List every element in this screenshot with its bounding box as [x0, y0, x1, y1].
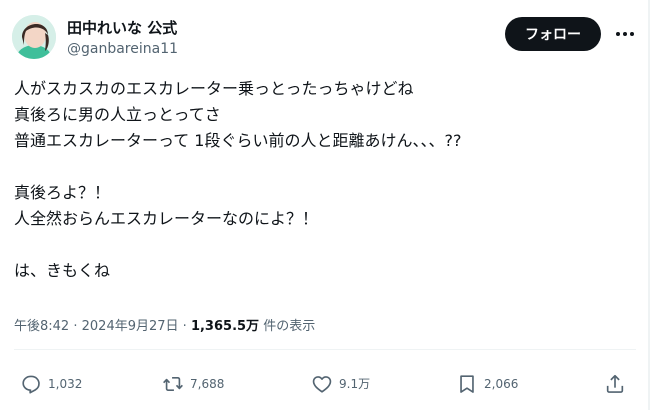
bookmark-icon	[460, 375, 474, 393]
avatar[interactable]	[12, 15, 56, 59]
views-label: 件の表示	[263, 319, 316, 334]
tweet-line: 真後ろに男の人立っとってさ	[14, 105, 221, 124]
tweet-text: 人がスカスカのエスカレーター乗っとったっちゃけどね 真後ろに男の人立っとってさ …	[14, 76, 614, 284]
share-button[interactable]	[604, 373, 632, 395]
avatar-photo	[12, 15, 56, 59]
repost-count: 7,688	[190, 377, 225, 391]
divider	[14, 349, 636, 350]
more-options-button[interactable]	[614, 24, 636, 44]
tweet-line	[14, 232, 614, 258]
tweet-line: 普通エスカレーターって 1段ぐらい前の人と距離あけん、、、??	[14, 131, 462, 150]
tweet-line: は、きもくね	[14, 261, 111, 280]
tweet-header: 田中れいな 公式 @ganbareina11 フォロー	[12, 12, 638, 62]
bookmark-count: 2,066	[484, 377, 519, 391]
tweet-line: 真後ろよ？！	[14, 183, 111, 202]
tweet-time[interactable]: 午後8:42	[14, 319, 69, 334]
more-dots-icon	[616, 32, 634, 36]
user-handle[interactable]: @ganbareina11	[67, 40, 178, 58]
meta-separator: ·	[73, 319, 78, 334]
repost-button[interactable]: 7,688	[162, 373, 224, 395]
meta-separator: ·	[182, 319, 187, 334]
tweet-line	[14, 154, 614, 180]
reply-button[interactable]: 1,032	[20, 373, 82, 395]
bookmark-button[interactable]: 2,066	[456, 373, 518, 395]
like-button[interactable]: 9.1万	[311, 373, 370, 395]
share-icon	[606, 374, 624, 393]
follow-button[interactable]: フォロー	[505, 17, 601, 51]
display-name[interactable]: 田中れいな 公式	[67, 18, 177, 38]
heart-icon	[312, 376, 332, 393]
repost-icon	[163, 376, 183, 392]
reply-count: 1,032	[48, 377, 83, 391]
tweet-line: 人がスカスカのエスカレーター乗っとったっちゃけどね	[14, 79, 414, 98]
tweet-meta: 午後8:42 · 2024年9月27日 · 1,365.5万 件の表示	[14, 318, 315, 336]
action-bar: 1,032 7,688 9.1万 2,066	[0, 363, 650, 407]
tweet-line: 人全然おらんエスカレーターなのによ？！	[14, 209, 319, 228]
like-count: 9.1万	[339, 377, 371, 391]
views-count: 1,365.5万	[190, 319, 260, 334]
reply-icon	[22, 375, 40, 394]
tweet-date[interactable]: 2024年9月27日	[82, 319, 179, 334]
